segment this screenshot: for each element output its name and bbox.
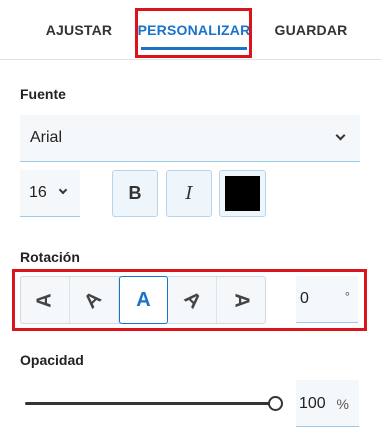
chevron-down-icon — [58, 185, 68, 195]
chevron-down-icon — [335, 130, 346, 141]
rotation-option-button[interactable]: A — [168, 277, 218, 323]
rotated-letter-icon: A — [136, 288, 151, 311]
font-size-value: 16 — [29, 184, 47, 201]
opacity-slider-track[interactable] — [25, 402, 275, 405]
tab-ajustar[interactable]: AJUSTAR — [36, 0, 122, 60]
opacity-slider-thumb[interactable] — [267, 396, 283, 411]
rotation-value: 0 — [300, 290, 309, 307]
rotation-section-label: Rotación — [20, 249, 80, 265]
font-size-select[interactable]: 16 — [20, 170, 80, 217]
active-tab-indicator — [141, 47, 247, 50]
tab-personalizar[interactable]: PERSONALIZAR — [136, 0, 252, 60]
tab-guardar[interactable]: GUARDAR — [268, 0, 354, 60]
rotation-option-button[interactable]: A — [217, 277, 265, 323]
bold-button[interactable]: B — [112, 170, 158, 217]
rotated-letter-icon: A — [230, 292, 253, 308]
text-color-button[interactable] — [219, 170, 266, 217]
font-section-label: Fuente — [20, 86, 66, 102]
italic-button[interactable]: I — [166, 170, 212, 217]
rotation-options: AAAAA — [20, 276, 266, 324]
opacity-section-label: Opacidad — [20, 352, 84, 368]
rotated-letter-icon: A — [179, 286, 206, 313]
rotation-input[interactable]: 0 ° — [296, 276, 358, 323]
rotation-option-button[interactable]: A — [118, 276, 169, 324]
rotation-unit: ° — [344, 289, 350, 304]
font-family-select[interactable]: Arial — [20, 115, 360, 162]
color-swatch — [225, 176, 260, 211]
rotated-letter-icon: A — [33, 292, 56, 308]
tab-bar: AJUSTAR PERSONALIZAR GUARDAR — [0, 0, 381, 60]
rotation-option-button[interactable]: A — [21, 277, 70, 323]
opacity-unit: % — [336, 396, 349, 412]
rotated-letter-icon: A — [80, 286, 107, 313]
opacity-value: 100 — [299, 395, 326, 412]
opacity-input[interactable]: 100 % — [296, 380, 359, 427]
rotation-option-button[interactable]: A — [70, 277, 119, 323]
font-family-value: Arial — [30, 129, 63, 146]
